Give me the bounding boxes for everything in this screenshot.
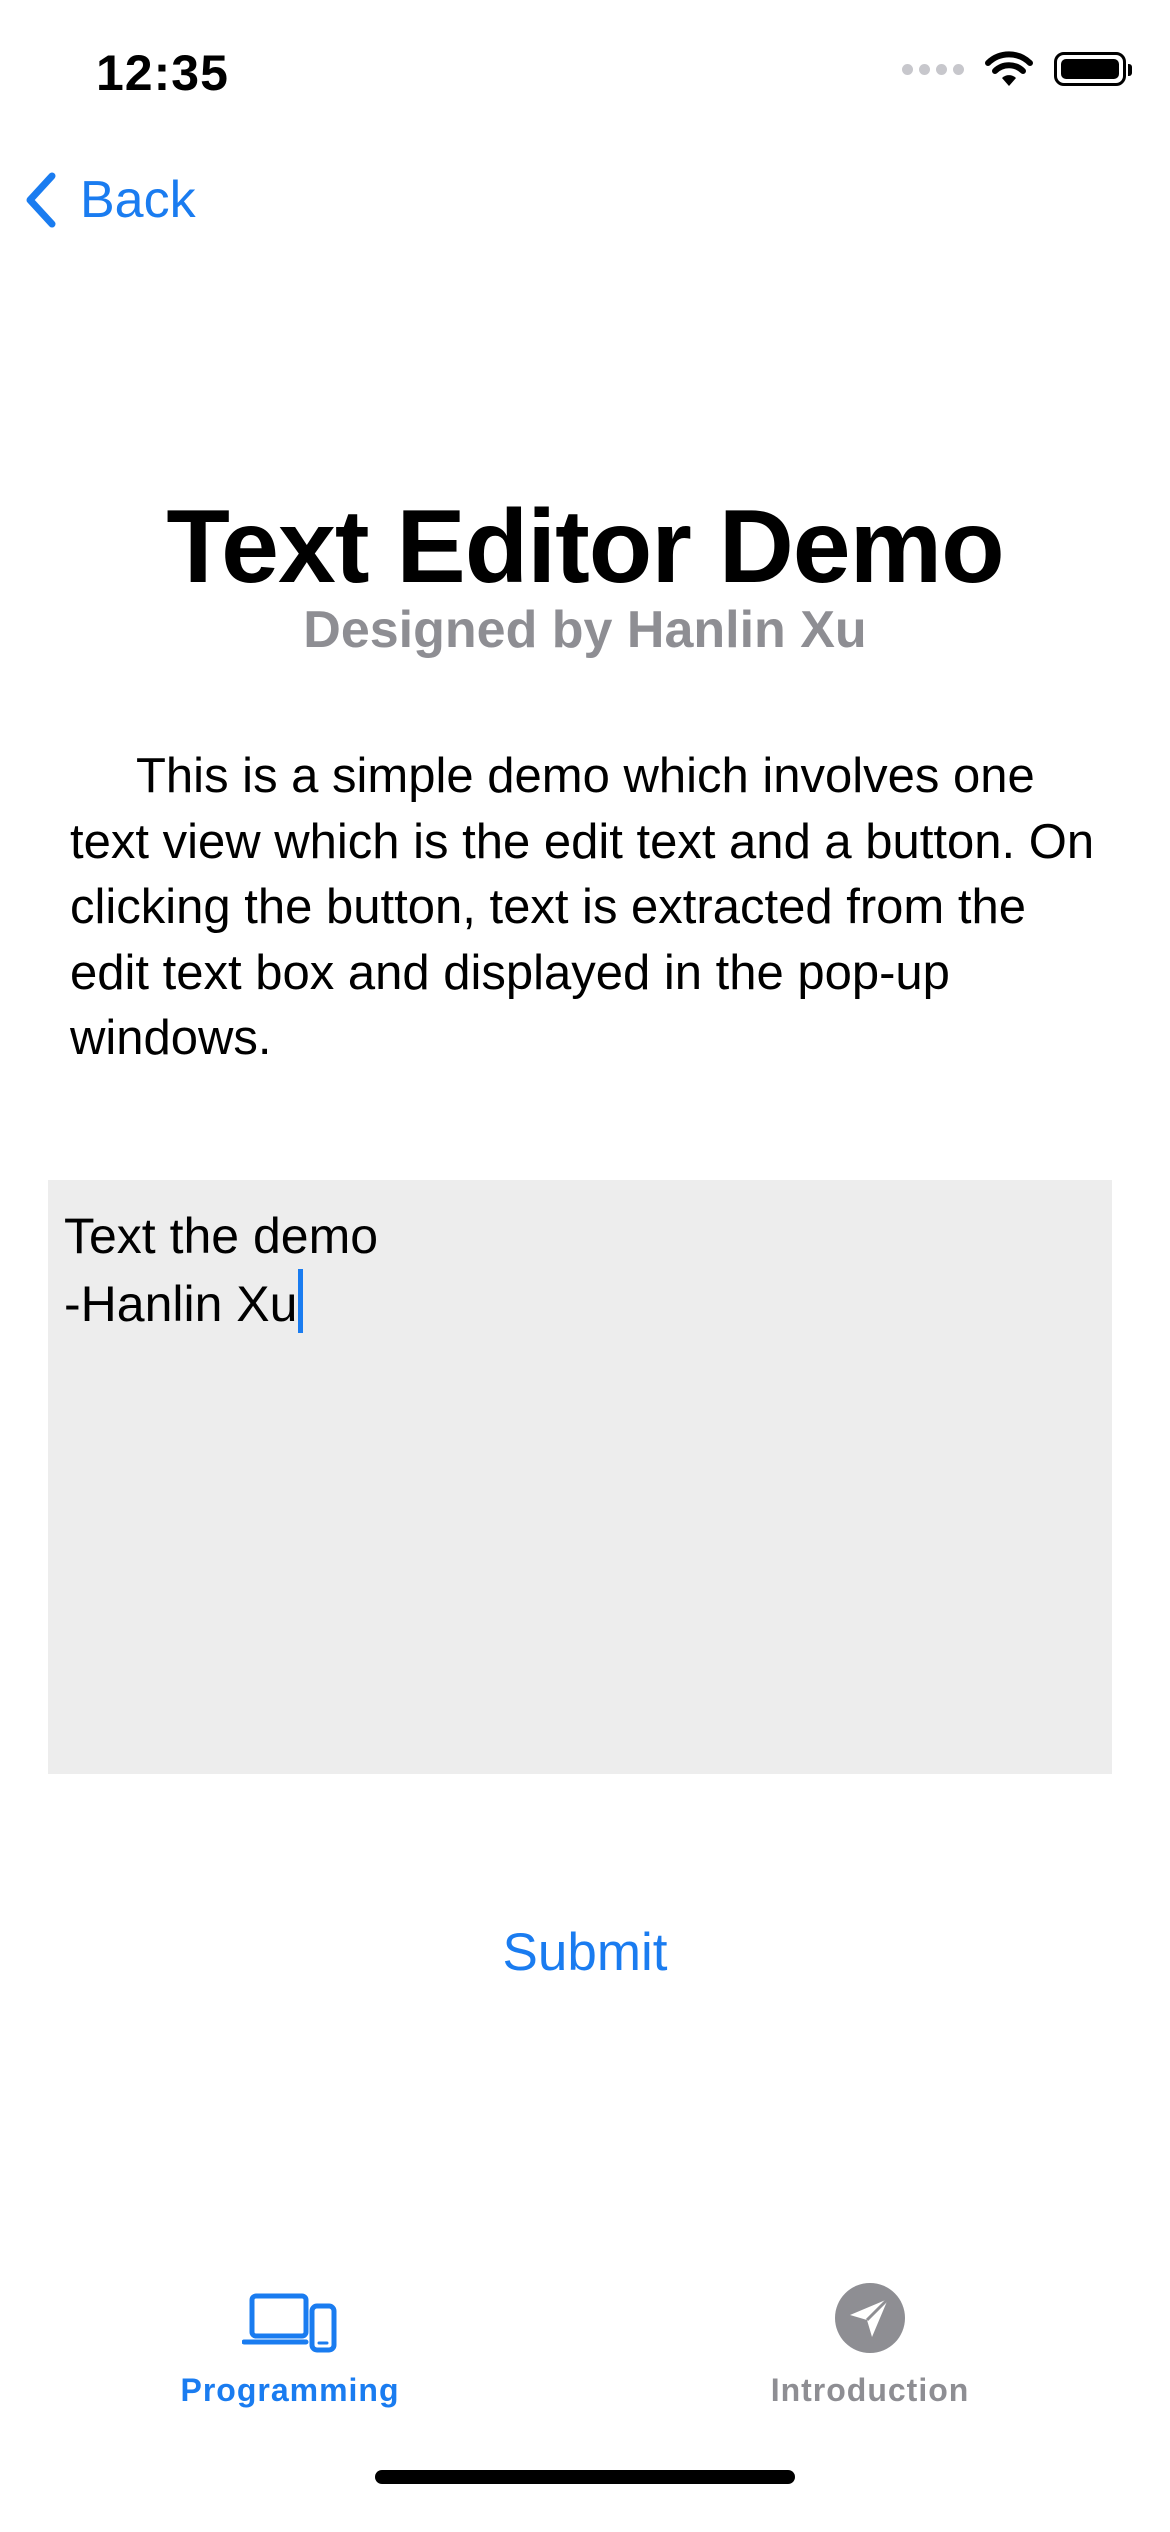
cellular-signal-icon	[902, 63, 964, 75]
page-title: Text Editor Demo	[166, 489, 1004, 605]
status-icons	[902, 50, 1132, 88]
editor-line-with-caret: -Hanlin Xu	[64, 1269, 1096, 1337]
description-text: This is a simple demo which involves one…	[70, 749, 1095, 1065]
status-time: 12:35	[96, 45, 229, 101]
page-subtitle: Designed by Hanlin Xu	[303, 601, 867, 659]
paperplane-icon	[835, 2283, 905, 2353]
battery-icon	[1054, 52, 1132, 86]
wifi-icon	[985, 51, 1033, 86]
text-editor[interactable]: Text the demo -Hanlin Xu	[48, 1180, 1112, 1774]
tab-label: Introduction	[770, 2372, 970, 2408]
back-label: Back	[80, 171, 196, 229]
home-indicator[interactable]	[375, 2470, 795, 2484]
tab-label: Programming	[180, 2372, 400, 2408]
editor-line: -Hanlin Xu	[64, 1276, 298, 1332]
back-button[interactable]: Back	[24, 170, 196, 230]
submit-button[interactable]: Submit	[0, 1922, 1170, 1983]
text-caret	[298, 1269, 304, 1333]
chevron-left-icon	[26, 172, 56, 228]
status-bar: 12:35	[0, 0, 1170, 150]
tab-introduction[interactable]: Introduction	[720, 2280, 1020, 2409]
editor-line: Text the demo	[64, 1208, 379, 1264]
laptop-phone-icon	[242, 2293, 337, 2353]
tab-programming[interactable]: Programming	[140, 2280, 440, 2409]
